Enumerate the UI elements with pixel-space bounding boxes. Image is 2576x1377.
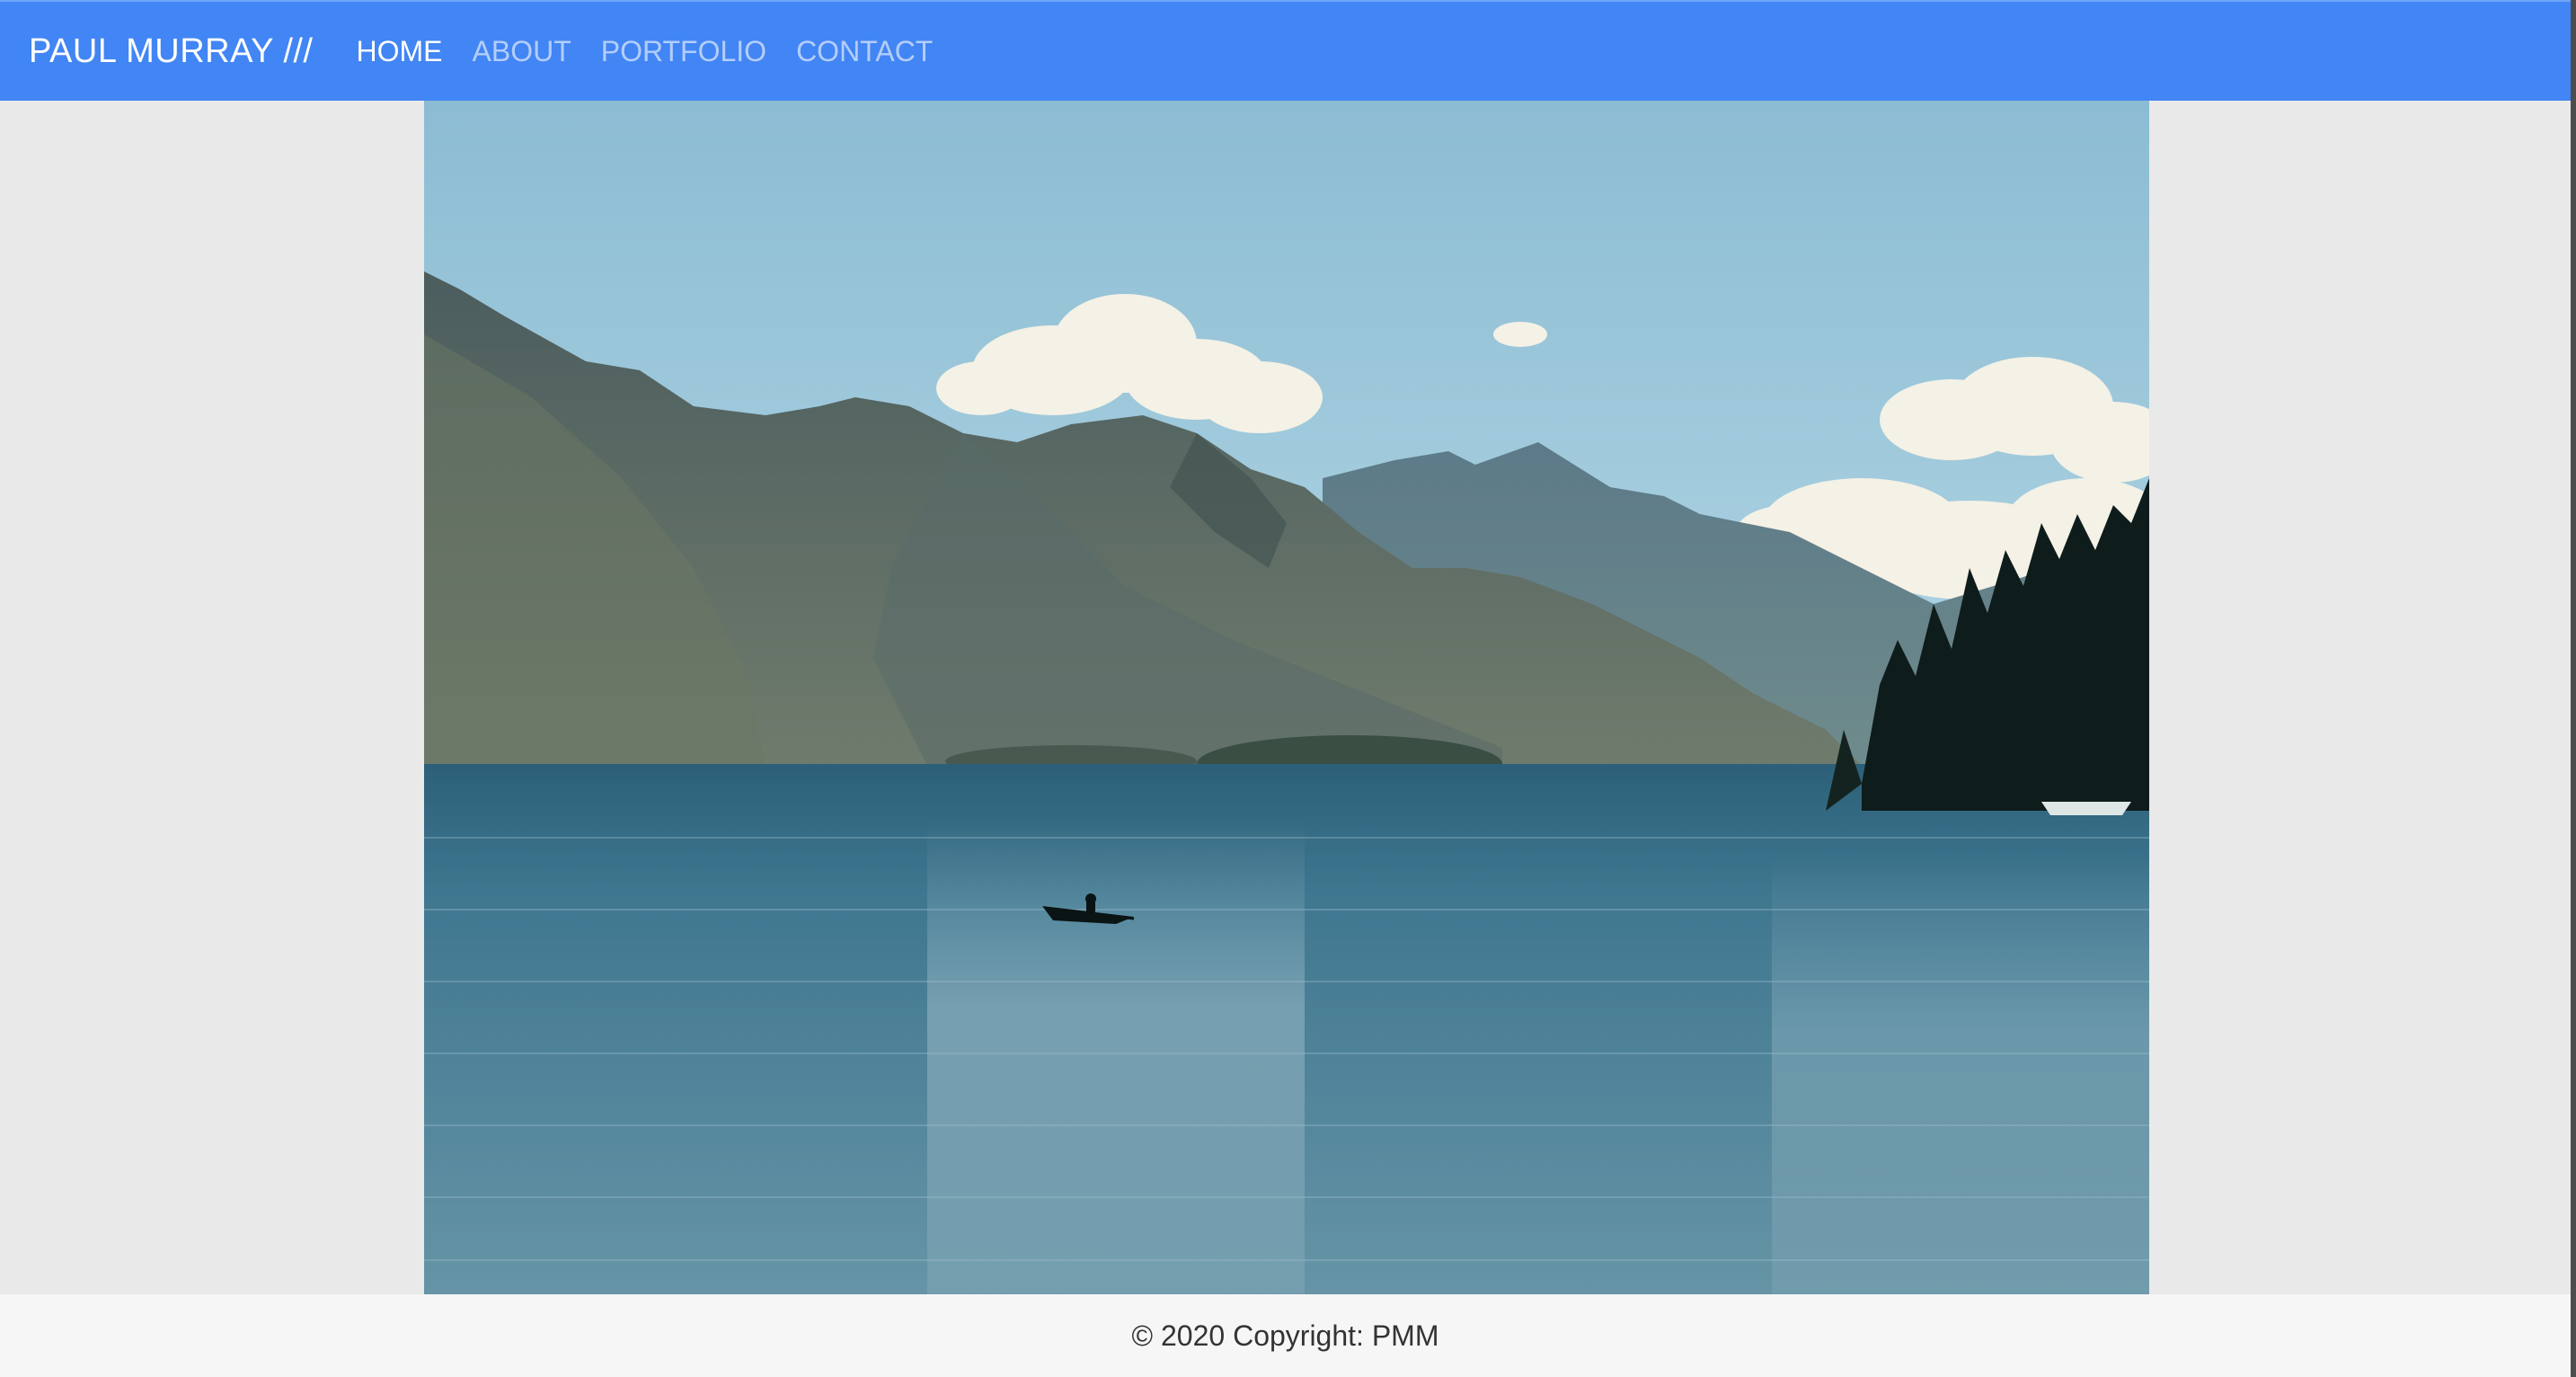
hero-image <box>424 101 2149 1294</box>
nav-link-about[interactable]: ABOUT <box>473 35 571 68</box>
moored-boat <box>2041 802 2131 815</box>
nav-link-home[interactable]: HOME <box>357 35 443 68</box>
top-navbar: PAUL MURRAY /// HOME ABOUT PORTFOLIO CON… <box>0 0 2576 101</box>
copyright-text: © 2020 Copyright: PMM <box>1131 1319 1439 1352</box>
page-footer: © 2020 Copyright: PMM <box>0 1294 2571 1377</box>
nav-link-portfolio[interactable]: PORTFOLIO <box>601 35 766 68</box>
nav-links: HOME ABOUT PORTFOLIO CONTACT <box>357 35 963 68</box>
window-edge <box>2571 0 2576 1377</box>
brand-logo-link[interactable]: PAUL MURRAY /// <box>29 32 314 71</box>
nav-link-contact[interactable]: CONTACT <box>796 35 933 68</box>
landscape-photo <box>424 101 2149 1294</box>
